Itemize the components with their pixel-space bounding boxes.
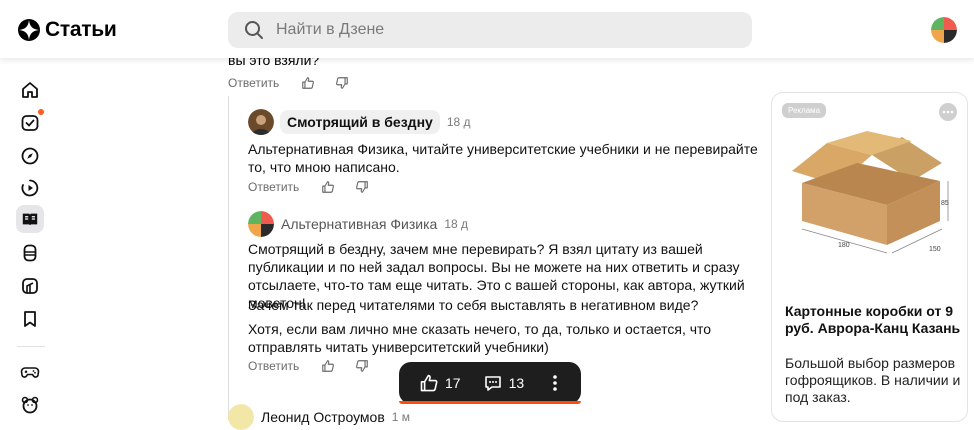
like-button[interactable]: 17 xyxy=(419,373,461,393)
search-icon xyxy=(245,21,263,39)
games-icon xyxy=(20,367,40,378)
comment-header: Смотрящий в бездну 18 д xyxy=(248,109,471,135)
comment-text: Альтернативная Физика, читайте университ… xyxy=(248,141,758,175)
nav-video[interactable] xyxy=(18,176,42,200)
avatar-image xyxy=(931,17,957,43)
avatar[interactable] xyxy=(248,109,274,135)
box-width-label: 150 xyxy=(929,246,941,253)
author-name[interactable]: Леонид Остроумов xyxy=(261,409,385,425)
avatar-image xyxy=(248,211,274,237)
like-icon[interactable] xyxy=(321,180,335,194)
search-input[interactable] xyxy=(276,21,716,39)
comments-button[interactable]: 13 xyxy=(483,373,525,393)
like-icon xyxy=(420,374,438,392)
comment-paragraph: Зачем так перед читателями то себя выста… xyxy=(248,297,699,313)
comment-time: 1 м xyxy=(391,410,411,424)
comment-icon xyxy=(484,376,501,391)
box-height-label: 85 xyxy=(941,200,949,207)
ad-title[interactable]: Картонные коробки от 9 руб. Аврора-Канц … xyxy=(785,303,965,337)
dislike-icon[interactable] xyxy=(335,76,349,90)
avatar[interactable] xyxy=(228,404,254,430)
video-icon xyxy=(21,179,39,197)
nav-games[interactable] xyxy=(18,360,42,384)
author-name[interactable]: Альтернативная Физика xyxy=(281,216,437,232)
reaction-bar: 17 13 xyxy=(399,362,581,404)
top-header: Статьи xyxy=(0,0,974,58)
comment-paragraph: Хотя, если вам лично мне сказать нечего,… xyxy=(248,321,712,355)
nav-home[interactable] xyxy=(18,78,42,102)
nav-divider xyxy=(17,346,45,347)
comment-header: Альтернативная Физика 18 д xyxy=(248,211,468,237)
nav-cube[interactable] xyxy=(18,274,42,298)
bookmark-icon xyxy=(24,311,36,327)
reply-button[interactable]: Ответить xyxy=(228,76,279,90)
subscriptions-icon xyxy=(21,115,39,131)
cardboard-box-image: 85 180 150 xyxy=(792,131,949,254)
notification-dot xyxy=(38,109,44,115)
ad-more-button[interactable] xyxy=(939,103,957,121)
avatar-image xyxy=(248,109,274,135)
nav-kids[interactable] xyxy=(18,393,42,417)
author-name[interactable]: Смотрящий в бездну xyxy=(280,110,440,134)
nav-articles[interactable] xyxy=(16,205,44,233)
like-count: 17 xyxy=(445,375,461,391)
user-avatar[interactable] xyxy=(931,17,957,43)
reply-button[interactable]: Ответить xyxy=(248,180,299,194)
kids-icon xyxy=(21,396,39,414)
nav-explore[interactable] xyxy=(18,144,42,168)
compass-icon xyxy=(21,147,39,165)
reply-button[interactable]: Ответить xyxy=(248,359,299,373)
like-icon[interactable] xyxy=(321,359,335,373)
comment-header: Леонид Остроумов 1 м xyxy=(228,404,410,430)
avatar-image xyxy=(228,404,254,430)
ad-badge: Реклама xyxy=(782,103,827,118)
search-bar[interactable] xyxy=(228,12,752,48)
comment-actions: Ответить xyxy=(228,76,369,90)
nav-bookmarks[interactable] xyxy=(18,307,42,331)
ad-card[interactable]: Реклама 85 180 150 Картонные коробки от … xyxy=(771,92,968,422)
more-button[interactable] xyxy=(552,374,558,392)
dislike-icon[interactable] xyxy=(355,180,369,194)
more-vertical-icon xyxy=(553,375,557,391)
logo[interactable]: Статьи xyxy=(18,18,117,42)
more-horizontal-icon xyxy=(942,110,954,114)
avatar[interactable] xyxy=(248,211,274,237)
comment-time: 18 д xyxy=(446,115,471,129)
comment-time: 18 д xyxy=(444,217,469,231)
articles-icon xyxy=(22,213,38,226)
home-icon xyxy=(22,82,38,98)
thread-line xyxy=(228,96,229,420)
reading-progress xyxy=(399,401,581,404)
ad-description: Большой выбор размеров гофроящиков. В на… xyxy=(785,355,961,405)
nav-shorts[interactable] xyxy=(18,241,42,265)
like-icon[interactable] xyxy=(301,76,315,90)
shorts-icon xyxy=(23,244,37,262)
comment-count: 13 xyxy=(508,375,525,391)
nav-subscriptions[interactable] xyxy=(18,109,44,135)
comment-actions: Ответить xyxy=(248,180,389,194)
dzen-logo-icon xyxy=(18,19,40,41)
dislike-icon[interactable] xyxy=(355,359,369,373)
comment-actions: Ответить xyxy=(248,359,389,373)
left-sidebar xyxy=(0,58,60,418)
cube-icon xyxy=(22,278,38,294)
logo-text: Статьи xyxy=(45,18,117,41)
box-length-label: 180 xyxy=(838,242,850,249)
